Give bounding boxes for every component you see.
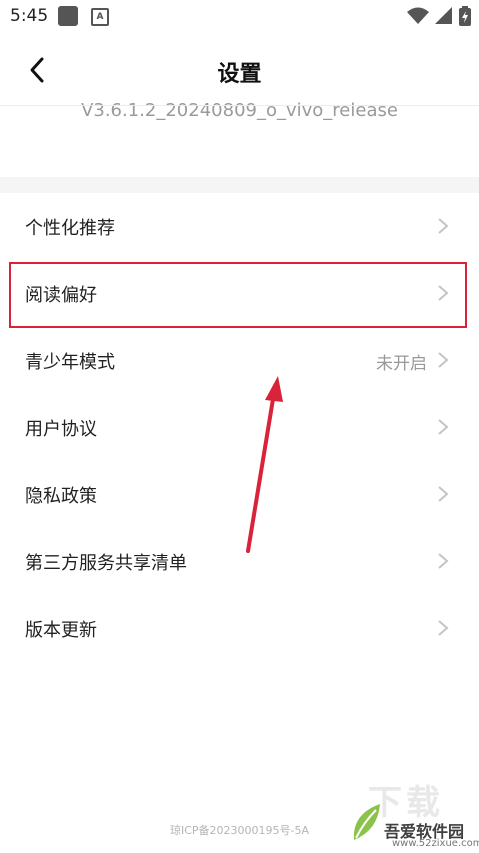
header-divider (0, 105, 479, 106)
status-time: 5:45 (10, 6, 49, 26)
chevron-right-icon (438, 553, 449, 569)
setting-label: 用户协议 (25, 419, 97, 440)
section-divider (0, 177, 479, 193)
setting-label: 隐私政策 (25, 486, 97, 507)
setting-label: 第三方服务共享清单 (25, 553, 187, 574)
status-bar: 5:45 A (0, 0, 479, 34)
page-title: 设置 (217, 62, 262, 87)
setting-value: 未开启 (376, 354, 427, 374)
signal-icon (435, 7, 452, 24)
chevron-right-icon (438, 218, 449, 234)
header: 设置 (0, 34, 479, 106)
setting-personalized-recommendation[interactable]: 个性化推荐 (0, 193, 479, 260)
setting-third-party-sharing-list[interactable]: 第三方服务共享清单 (0, 528, 479, 595)
chevron-right-icon (438, 620, 449, 636)
status-right (407, 6, 471, 26)
setting-privacy-policy[interactable]: 隐私政策 (0, 461, 479, 528)
app-notification-icon (58, 6, 78, 26)
setting-youth-mode[interactable]: 青少年模式 未开启 (0, 327, 479, 394)
font-notification-icon: A (91, 8, 109, 26)
setting-version-update[interactable]: 版本更新 (0, 595, 479, 662)
chevron-right-icon (438, 352, 449, 368)
chevron-right-icon (438, 486, 449, 502)
watermark-url: www.52zixue.com (392, 838, 479, 849)
chevron-right-icon (438, 419, 449, 435)
highlight-annotation-box (9, 262, 467, 328)
version-text: V3.6.1.2_20240809_o_vivo_release (81, 100, 398, 121)
battery-icon (459, 6, 471, 26)
setting-label: 青少年模式 (25, 352, 115, 373)
setting-label: 版本更新 (25, 620, 97, 641)
setting-user-agreement[interactable]: 用户协议 (0, 394, 479, 461)
wifi-icon (407, 7, 429, 24)
watermark-leaf-icon (353, 804, 380, 840)
setting-label: 个性化推荐 (25, 218, 115, 239)
